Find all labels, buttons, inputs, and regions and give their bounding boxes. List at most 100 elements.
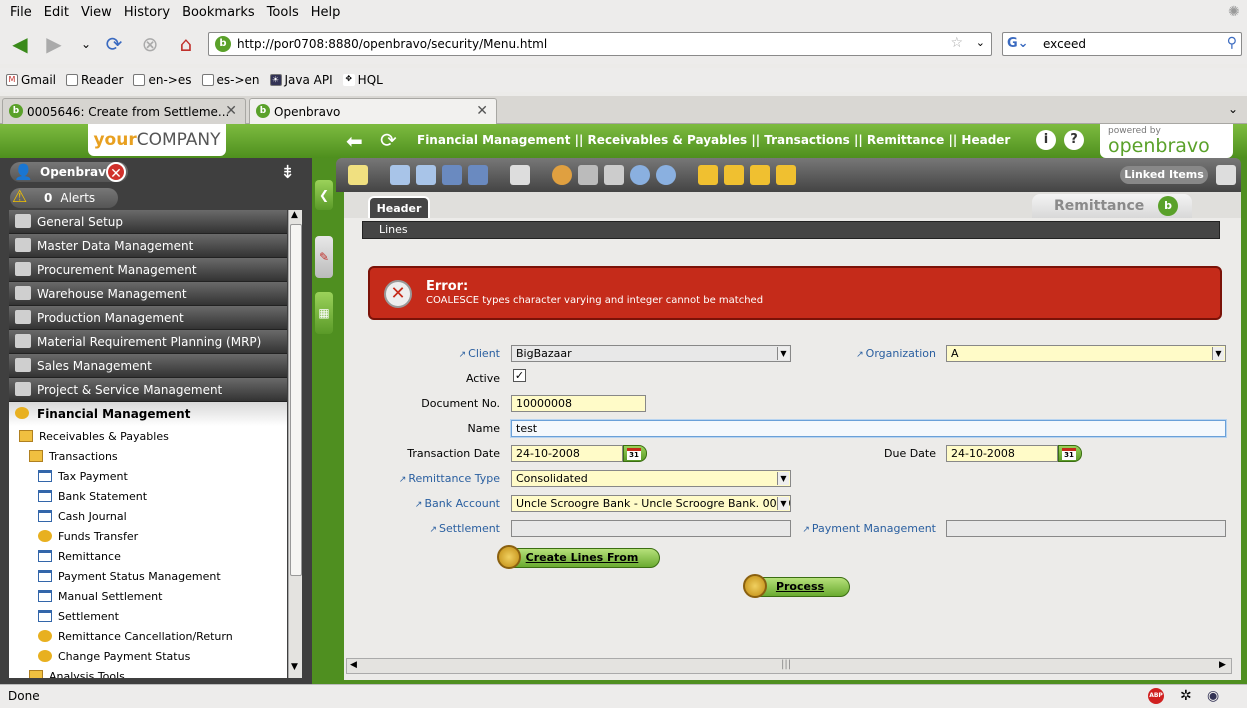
- tree-financial-management[interactable]: Financial Management: [9, 402, 287, 426]
- remittance-type-select[interactable]: Consolidated ▼: [511, 470, 791, 487]
- settlement-field[interactable]: [511, 520, 791, 537]
- help-icon[interactable]: ?: [1064, 130, 1084, 150]
- first-record-icon[interactable]: [698, 165, 718, 185]
- edit-mode-icon[interactable]: ✎: [315, 236, 333, 278]
- menu-scrollbar[interactable]: ▲ ▼: [288, 210, 302, 678]
- collapse-menu-button[interactable]: ❮: [315, 180, 333, 210]
- module-master-data[interactable]: Master Data Management: [9, 234, 287, 258]
- tree-item-payment-status-management[interactable]: Payment Status Management: [9, 566, 287, 586]
- bookmark-gmail[interactable]: M Gmail: [6, 73, 56, 87]
- back-arrow-icon[interactable]: ⬅: [346, 129, 363, 153]
- module-project-service[interactable]: Project & Service Management: [9, 378, 287, 402]
- menu-edit[interactable]: Edit: [38, 5, 75, 20]
- search-icon[interactable]: [630, 165, 650, 185]
- menu-bookmarks[interactable]: Bookmarks: [176, 5, 261, 20]
- tree-item-remittance[interactable]: Remittance: [9, 546, 287, 566]
- tree-item-remittance-cancellation[interactable]: Remittance Cancellation/Return: [9, 626, 287, 646]
- tree-receivables-payables[interactable]: Receivables & Payables: [9, 426, 287, 446]
- bookmark-java-api[interactable]: ☀ Java API: [269, 73, 333, 87]
- reload-button[interactable]: ⟳: [100, 30, 128, 58]
- search-icon[interactable]: ⚲: [1227, 35, 1237, 51]
- tree-item-settlement[interactable]: Settlement: [9, 606, 287, 626]
- linked-items-icon[interactable]: [1216, 165, 1236, 185]
- payment-management-field[interactable]: [946, 520, 1226, 537]
- due-date-field[interactable]: 24-10-2008: [946, 445, 1058, 462]
- bookmark-en-es[interactable]: en->es: [133, 73, 192, 87]
- tree-analysis-tools[interactable]: Analysis Tools: [9, 666, 287, 678]
- menu-tools[interactable]: Tools: [261, 5, 305, 20]
- bookmark-reader[interactable]: Reader: [66, 73, 123, 87]
- save-new-icon[interactable]: [468, 165, 488, 185]
- stop-button[interactable]: ⊗: [136, 30, 164, 58]
- module-production[interactable]: Production Management: [9, 306, 287, 330]
- firebug-icon[interactable]: ✲: [1180, 685, 1192, 707]
- payment-management-label[interactable]: Payment Management: [794, 522, 936, 535]
- back-button[interactable]: ◀: [6, 30, 34, 58]
- undo-icon[interactable]: [552, 165, 572, 185]
- tab-list-dropdown-icon[interactable]: ⌄: [1228, 102, 1238, 116]
- logout-close-icon[interactable]: ✕: [106, 162, 126, 182]
- print-icon[interactable]: [604, 165, 624, 185]
- site-identity-icon[interactable]: b: [215, 36, 231, 52]
- due-date-calendar[interactable]: 31: [1058, 445, 1082, 462]
- transaction-date-field[interactable]: 24-10-2008: [511, 445, 623, 462]
- chevron-down-icon[interactable]: ▼: [1212, 347, 1224, 360]
- process-button[interactable]: Process: [743, 574, 850, 598]
- url-dropdown-icon[interactable]: ⌄: [976, 36, 985, 49]
- remittance-type-label[interactable]: Remittance Type: [384, 472, 500, 485]
- scroll-thumb[interactable]: [290, 224, 302, 576]
- home-button[interactable]: ⌂: [172, 30, 200, 58]
- module-warehouse[interactable]: Warehouse Management: [9, 282, 287, 306]
- tree-item-manual-settlement[interactable]: Manual Settlement: [9, 586, 287, 606]
- tree-item-cash-journal[interactable]: Cash Journal: [9, 506, 287, 526]
- transaction-date-calendar[interactable]: 31: [623, 445, 647, 462]
- collapse-tree-icon[interactable]: ⇟: [280, 162, 295, 183]
- scroll-grip-icon[interactable]: |||: [781, 659, 791, 670]
- organization-select[interactable]: A ▼: [946, 345, 1226, 362]
- tree-item-bank-statement[interactable]: Bank Statement: [9, 486, 287, 506]
- tree-item-tax-payment[interactable]: Tax Payment: [9, 466, 287, 486]
- next-record-icon[interactable]: [750, 165, 770, 185]
- history-dropdown-icon[interactable]: ⌄: [72, 30, 100, 58]
- horizontal-scrollbar[interactable]: ◀ ||| ▶: [346, 658, 1232, 674]
- bank-account-label[interactable]: Bank Account: [384, 497, 500, 510]
- alerts-badge[interactable]: ⚠ 0 Alerts: [10, 187, 118, 208]
- chevron-down-icon[interactable]: ▼: [777, 347, 789, 360]
- menu-file[interactable]: File: [4, 5, 38, 20]
- close-tab-icon[interactable]: ✕: [225, 103, 237, 119]
- attachment-icon[interactable]: [578, 165, 598, 185]
- name-field[interactable]: test: [511, 420, 1226, 437]
- menu-history[interactable]: History: [118, 5, 176, 20]
- new-copy-icon[interactable]: [390, 165, 410, 185]
- bookmark-es-en[interactable]: es->en: [201, 73, 260, 87]
- tab-header[interactable]: Header: [368, 196, 430, 218]
- last-record-icon[interactable]: [776, 165, 796, 185]
- module-sales[interactable]: Sales Management: [9, 354, 287, 378]
- previous-record-icon[interactable]: [724, 165, 744, 185]
- browser-tab-bug[interactable]: b 0005646: Create from Settleme... ✕: [2, 98, 246, 124]
- tab-lines[interactable]: Lines: [362, 221, 1220, 239]
- active-checkbox[interactable]: ✓: [513, 369, 526, 382]
- create-lines-from-button[interactable]: Create Lines From: [497, 545, 660, 569]
- browser-tab-openbravo[interactable]: b Openbravo ✕: [249, 98, 497, 125]
- module-procurement[interactable]: Procurement Management: [9, 258, 287, 282]
- tree-item-funds-transfer[interactable]: Funds Transfer: [9, 526, 287, 546]
- menu-view[interactable]: View: [75, 5, 118, 20]
- scroll-right-icon[interactable]: ▶: [1219, 660, 1226, 670]
- close-tab-icon[interactable]: ✕: [476, 103, 488, 119]
- advanced-search-icon[interactable]: [656, 165, 676, 185]
- bookmark-hql[interactable]: ✥ HQL: [342, 73, 383, 87]
- bookmark-star-icon[interactable]: ☆: [950, 35, 963, 51]
- tree-transactions[interactable]: Transactions: [9, 446, 287, 466]
- scroll-up-icon[interactable]: ▲: [291, 210, 298, 220]
- new-record-icon[interactable]: [348, 165, 368, 185]
- chevron-down-icon[interactable]: ▼: [777, 497, 789, 510]
- client-label[interactable]: Client: [404, 347, 500, 360]
- organization-label[interactable]: Organization: [824, 347, 936, 360]
- search-engine-icon[interactable]: G⌄: [1007, 36, 1029, 51]
- client-select[interactable]: BigBazaar ▼: [511, 345, 791, 362]
- bank-account-select[interactable]: Uncle Scroogre Bank - Uncle Scroogre Ban…: [511, 495, 791, 512]
- url-bar[interactable]: b http://por0708:8880/openbravo/security…: [208, 32, 992, 56]
- forward-button[interactable]: ▶: [40, 30, 68, 58]
- module-general-setup[interactable]: General Setup: [9, 210, 287, 234]
